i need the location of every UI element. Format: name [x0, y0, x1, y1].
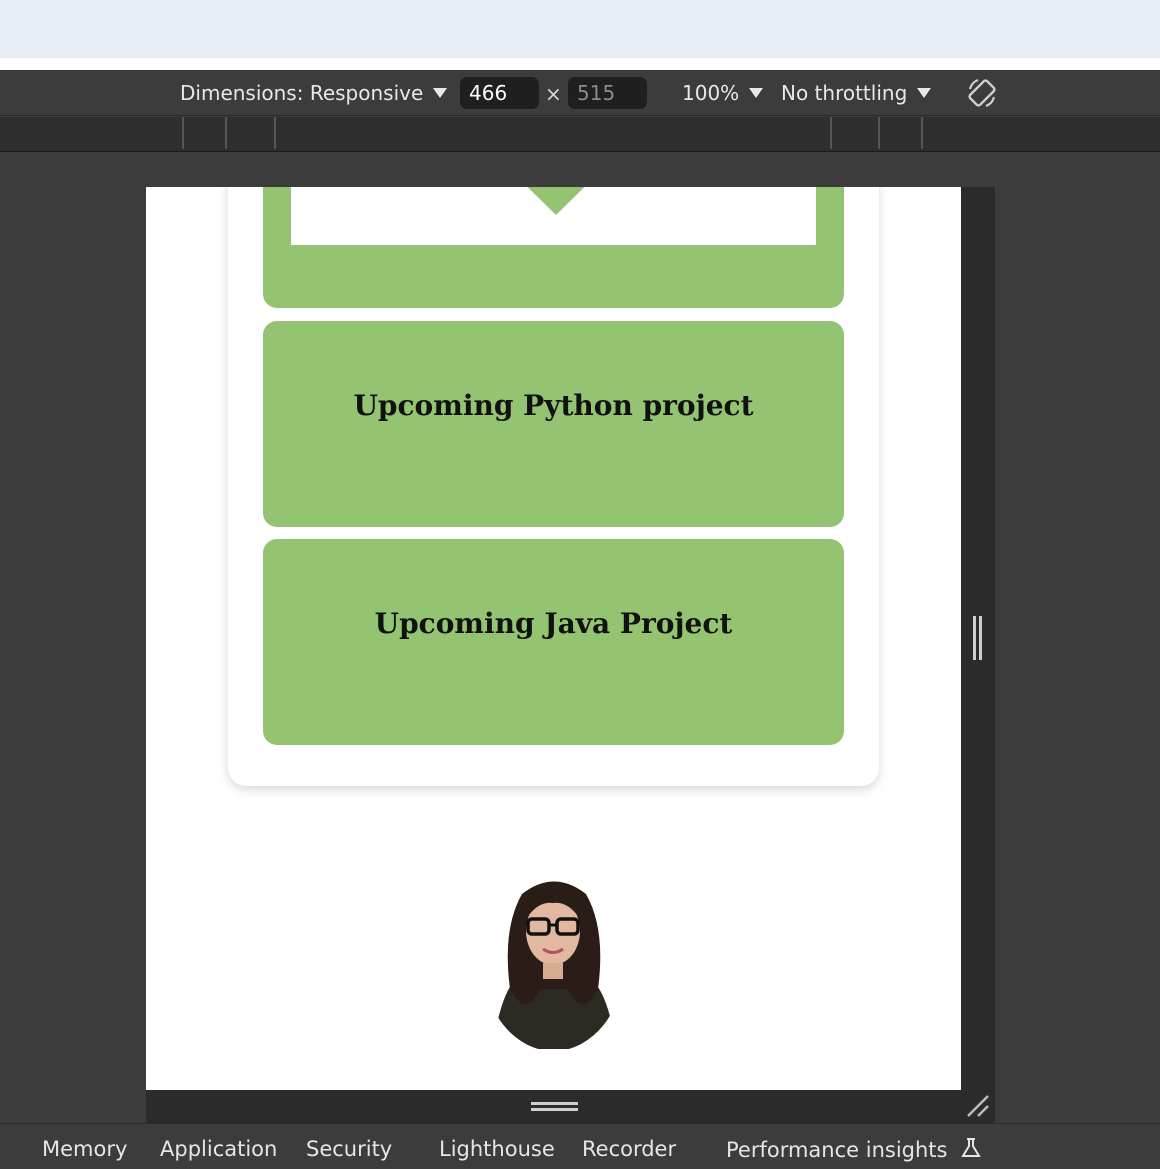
tab-security[interactable]: Security — [306, 1137, 392, 1161]
project-preview — [291, 187, 816, 245]
ruler-tick — [182, 117, 184, 149]
throttling-label: No throttling — [781, 81, 908, 105]
zoom-label: 100% — [682, 81, 740, 105]
device-viewport[interactable]: Upcoming Python project Upcoming Java Pr… — [146, 187, 961, 1090]
throttling-dropdown[interactable]: No throttling — [781, 70, 932, 116]
ruler-tick — [830, 117, 832, 149]
chevron-down-icon — [917, 88, 932, 98]
resize-handle-bottom[interactable] — [531, 1101, 578, 1113]
tab-memory[interactable]: Memory — [42, 1137, 127, 1161]
project-card[interactable]: Upcoming Python project — [263, 321, 844, 527]
project-card[interactable]: Upcoming Java Project — [263, 539, 844, 745]
ruler-tick — [274, 117, 276, 149]
dimensions-label: Dimensions: Responsive — [180, 81, 424, 105]
media-query-ruler — [0, 117, 1160, 152]
devtools-panel-tabs: Memory Application Security Lighthouse R… — [0, 1123, 1160, 1169]
project-card[interactable] — [263, 187, 844, 308]
experiment-flask-icon — [961, 1138, 981, 1157]
tab-lighthouse[interactable]: Lighthouse — [439, 1137, 555, 1161]
resize-handle-right[interactable] — [972, 616, 984, 660]
tab-performance-insights[interactable]: Performance insights — [726, 1137, 982, 1162]
project-title: Upcoming Python project — [353, 389, 754, 422]
times-symbol: × — [545, 82, 562, 106]
tab-recorder[interactable]: Recorder — [582, 1137, 676, 1161]
ruler-tick — [225, 117, 227, 149]
width-input[interactable]: 466 — [460, 77, 539, 109]
tab-application[interactable]: Application — [160, 1137, 277, 1161]
chevron-down-icon — [749, 88, 764, 98]
tab-label: Performance insights — [726, 1138, 948, 1162]
project-title: Upcoming Java Project — [374, 607, 733, 640]
ruler-tick — [921, 117, 923, 149]
resize-corner-icon — [967, 1095, 989, 1117]
browser-divider — [0, 58, 1160, 70]
projects-card: Upcoming Python project Upcoming Java Pr… — [228, 187, 879, 786]
avatar — [482, 869, 625, 1051]
ruler-tick — [878, 117, 880, 149]
rotate-button[interactable] — [964, 70, 1000, 116]
chevron-down-icon — [433, 88, 448, 98]
browser-top-strip — [0, 0, 1160, 58]
rotate-icon — [968, 78, 996, 108]
height-input[interactable]: 515 — [568, 77, 647, 109]
resize-handle-corner[interactable] — [966, 1094, 992, 1120]
chevron-down-icon — [527, 187, 585, 216]
dimensions-dropdown[interactable]: Dimensions: Responsive — [180, 70, 448, 116]
zoom-dropdown[interactable]: 100% — [682, 70, 764, 116]
